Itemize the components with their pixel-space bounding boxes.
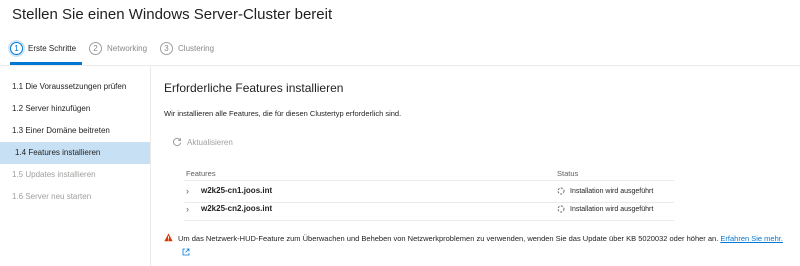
main-content: Erforderliche Features installieren Wir …	[164, 0, 794, 266]
status-text: Installation wird ausgeführt	[570, 205, 654, 213]
step-label: Erste Schritte	[28, 43, 77, 53]
learn-more-link[interactable]: Erfahren Sie mehr.	[720, 234, 783, 243]
spinner-icon	[557, 205, 565, 213]
server-name: w2k25-cn2.joos.int	[201, 204, 273, 213]
page-description: Wir installieren alle Features, die für …	[164, 109, 402, 118]
step-label: Networking	[107, 43, 148, 53]
sidebar-item-domaene[interactable]: 1.3 Einer Domäne beitreten	[0, 120, 150, 142]
status-text: Installation wird ausgeführt	[570, 187, 654, 195]
sidebar-item-voraussetzungen[interactable]: 1.1 Die Voraussetzungen prüfen	[0, 76, 150, 98]
step-erste-schritte[interactable]: 1 Erste Schritte	[10, 41, 77, 55]
chevron-right-icon[interactable]: ›	[186, 204, 189, 214]
sidebar-item-updates: 1.5 Updates installieren	[12, 170, 96, 179]
table-row[interactable]: › w2k25-cn2.joos.int Installation wird a…	[184, 199, 674, 221]
chevron-right-icon[interactable]: ›	[186, 186, 189, 196]
warning-message: Um das Netzwerk-HUD-Feature zum Überwach…	[178, 232, 792, 258]
warning-icon	[164, 233, 173, 242]
page-title: Erforderliche Features installieren	[164, 81, 344, 95]
sidebar-item-features[interactable]: 1.4 Features installieren	[0, 142, 150, 164]
refresh-icon	[172, 137, 182, 147]
sidebar: 1.1 Die Voraussetzungen prüfen 1.2 Serve…	[0, 76, 150, 266]
sidebar-item-server-hinzufuegen[interactable]: 1.2 Server hinzufügen	[0, 98, 150, 120]
spinner-icon	[557, 187, 565, 195]
refresh-button[interactable]: Aktualisieren	[172, 137, 233, 147]
sidebar-item-neustart: 1.6 Server neu starten	[12, 192, 92, 201]
step-number: 2	[89, 41, 103, 55]
server-name: w2k25-cn1.joos.int	[201, 186, 273, 195]
sidebar-divider	[150, 66, 151, 266]
status-cell: Installation wird ausgeführt	[557, 187, 653, 195]
step-networking[interactable]: 2 Networking	[89, 41, 148, 55]
column-header-status: Status	[557, 169, 579, 178]
step-number: 1	[10, 41, 23, 55]
refresh-label: Aktualisieren	[187, 137, 233, 147]
column-header-features: Features	[186, 169, 216, 178]
external-link-icon[interactable]	[182, 248, 190, 256]
status-cell: Installation wird ausgeführt	[557, 205, 653, 213]
warning-text: Um das Netzwerk-HUD-Feature zum Überwach…	[178, 234, 719, 243]
